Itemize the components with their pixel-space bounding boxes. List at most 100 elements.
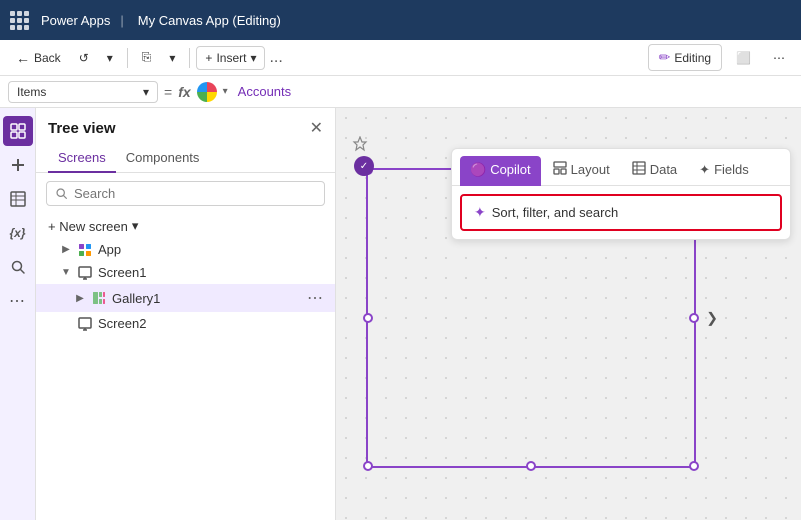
more-button[interactable]: ... [269, 49, 282, 67]
toolbar: ← Back ↺ ▾ ⎘ ▾ + Insert ▾ ... ✏ Editing … [0, 40, 801, 76]
app-icon [78, 243, 92, 257]
property-panel: 🟣 Copilot Layout Data [451, 148, 791, 240]
handle-bottom-left[interactable] [363, 461, 373, 471]
icon-rail: {x} ⋯ [0, 108, 36, 520]
editing-label: Editing [674, 51, 711, 65]
pin-icon [352, 136, 368, 155]
screen2-icon [78, 317, 92, 331]
editing-button[interactable]: ✏ Editing [648, 44, 722, 71]
caret-down-icon: ▾ [107, 51, 113, 65]
caret-down-icon-2: ▾ [169, 51, 175, 65]
tree-search-box[interactable] [46, 181, 325, 206]
rail-icon-search[interactable] [3, 252, 33, 282]
plus-icon: + [205, 51, 212, 65]
formula-value: Accounts [238, 84, 291, 99]
more-options-button[interactable]: ⋯ [765, 47, 793, 69]
gallery1-icon [92, 291, 106, 305]
dropdown-caret-2[interactable]: ▾ [161, 47, 183, 69]
search-icon [55, 187, 68, 200]
separator-1 [127, 48, 128, 68]
new-screen-button[interactable]: + New screen ▾ [36, 214, 335, 238]
copy-button[interactable]: ⎘ [134, 46, 160, 69]
items-label: Items [17, 85, 46, 99]
undo-icon: ↺ [79, 51, 89, 65]
canvas-title: My Canvas App (Editing) [138, 13, 281, 28]
app-label: App [98, 242, 121, 257]
toolbar-right: ✏ Editing ⬜ ⋯ [648, 44, 793, 71]
copilot-label: Copilot [490, 162, 530, 177]
tree-close-button[interactable]: ✕ [310, 118, 323, 138]
rail-icon-variables[interactable]: {x} [3, 218, 33, 248]
back-button[interactable]: ← Back [8, 46, 69, 70]
tree-item-app[interactable]: ▶ App [36, 238, 335, 261]
gallery-edit-icon[interactable]: ✓ [354, 156, 374, 176]
formula-caret: ▾ [223, 86, 228, 97]
rail-icon-table[interactable] [3, 184, 33, 214]
gallery-expand-arrow: ❯ [706, 310, 718, 327]
tree-panel: Tree view ✕ Screens Components + New scr… [36, 108, 336, 520]
property-tabs: 🟣 Copilot Layout Data [452, 149, 790, 186]
rail-icon-screens[interactable] [3, 116, 33, 146]
tree-tabs: Screens Components [36, 144, 335, 173]
screen2-label: Screen2 [98, 316, 146, 331]
canvas-area[interactable]: ✓ ❯ 🟣 Copilot Layout [336, 108, 801, 520]
handle-mid-right[interactable] [689, 313, 699, 323]
gallery1-more-button[interactable]: ⋯ [307, 288, 323, 308]
gallery1-label: Gallery1 [112, 291, 160, 306]
waffle-icon[interactable] [10, 11, 29, 30]
tab-components[interactable]: Components [116, 144, 210, 173]
view-icon-button[interactable]: ⬜ [728, 47, 759, 69]
tab-layout[interactable]: Layout [543, 155, 620, 186]
data-label: Data [650, 162, 677, 177]
tree-item-screen1[interactable]: ▼ Screen1 [36, 261, 335, 284]
back-label: Back [34, 51, 61, 65]
tab-data[interactable]: Data [622, 155, 687, 186]
app-caret: ▶ [60, 244, 72, 255]
tree-header: Tree view ✕ [36, 108, 335, 144]
edit-pencil-icon: ✏ [659, 49, 671, 66]
rail-icon-more[interactable]: ⋯ [3, 286, 33, 316]
ellipsis-icon: ⋯ [773, 51, 785, 65]
rail-icon-add[interactable] [3, 150, 33, 180]
tree-item-gallery1[interactable]: ▶ Gallery1 ⋯ [36, 284, 335, 312]
undo-button[interactable]: ↺ [71, 47, 97, 69]
items-dropdown-caret: ▾ [143, 85, 149, 99]
layout-label: Layout [571, 162, 610, 177]
dropdown-caret-1[interactable]: ▾ [99, 47, 121, 69]
insert-label: Insert [216, 51, 246, 65]
app-name: Power Apps [41, 13, 110, 28]
formula-color-icon [197, 82, 217, 102]
main-layout: {x} ⋯ Tree view ✕ Screens Components + N… [0, 108, 801, 520]
equals-sign: = [164, 84, 172, 100]
handle-bottom-mid[interactable] [526, 461, 536, 471]
tree-item-screen2[interactable]: ▶ Screen2 [36, 312, 335, 335]
handle-mid-left[interactable] [363, 313, 373, 323]
back-icon: ← [16, 50, 30, 66]
view-icon: ⬜ [736, 51, 751, 65]
data-icon [632, 161, 646, 178]
layout-icon [553, 161, 567, 178]
top-bar: Power Apps | My Canvas App (Editing) [0, 0, 801, 40]
formula-bar: Items ▾ = fx ▾ Accounts [0, 76, 801, 108]
tree-items: ▶ App ▼ Screen1 ▶ Gallery1 [36, 238, 335, 520]
tab-screens[interactable]: Screens [48, 144, 116, 173]
sort-filter-label: Sort, filter, and search [492, 205, 618, 220]
new-screen-label: + New screen [48, 219, 128, 234]
sort-filter-action[interactable]: ✦ Sort, filter, and search [460, 194, 782, 231]
separator-2 [189, 48, 190, 68]
fields-icon: ✦ [699, 162, 710, 178]
screen1-label: Screen1 [98, 265, 146, 280]
tree-view-title: Tree view [48, 120, 116, 137]
handle-bottom-right[interactable] [689, 461, 699, 471]
fx-label: fx [178, 84, 190, 100]
tab-copilot[interactable]: 🟣 Copilot [460, 156, 541, 186]
new-screen-caret: ▾ [132, 218, 139, 234]
copy-icon: ⎘ [142, 50, 152, 65]
items-dropdown[interactable]: Items ▾ [8, 81, 158, 103]
tab-fields[interactable]: ✦ Fields [689, 156, 759, 186]
insert-button[interactable]: + Insert ▾ [196, 46, 265, 70]
search-input[interactable] [74, 186, 316, 201]
screen1-icon [78, 266, 92, 280]
fields-label: Fields [714, 162, 749, 177]
gallery1-caret: ▶ [74, 293, 86, 304]
